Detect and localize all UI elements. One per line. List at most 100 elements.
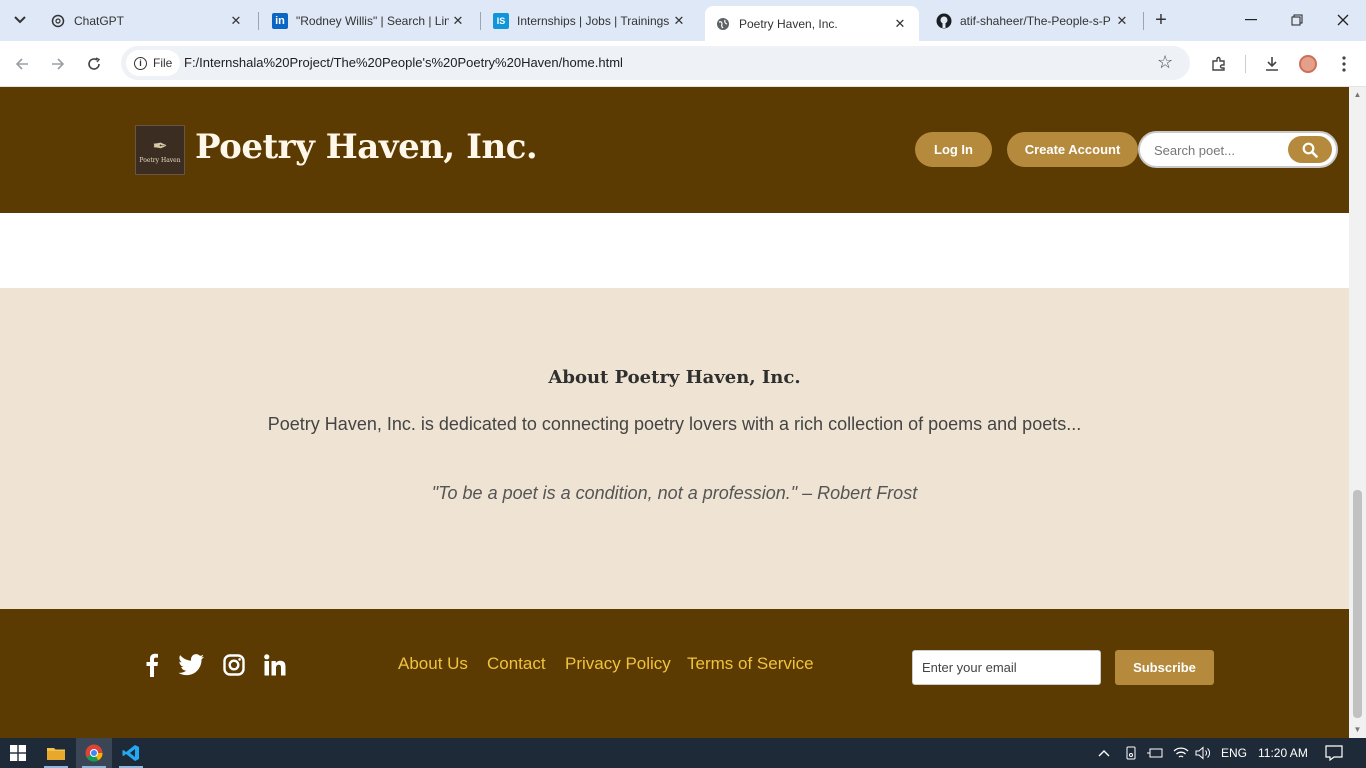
chatgpt-icon: [50, 13, 66, 29]
footer-link-privacy-policy[interactable]: Privacy Policy: [565, 654, 671, 674]
internshala-icon: IS: [493, 12, 509, 29]
show-hidden-icons[interactable]: [1098, 738, 1110, 768]
browser-menu-button[interactable]: [1330, 50, 1358, 78]
tray-volume[interactable]: [1195, 738, 1211, 768]
folder-icon: [47, 748, 65, 760]
about-heading: About Poetry Haven, Inc.: [548, 367, 801, 388]
windows-taskbar: ENG 11:20 AM: [0, 738, 1366, 768]
linkedin-icon: in: [272, 12, 288, 29]
footer-link-contact[interactable]: Contact: [487, 654, 546, 674]
toolbar-divider: [1245, 55, 1246, 73]
tab-internshala[interactable]: IS Internships | Jobs | Trainings ✕: [483, 6, 698, 35]
site-info-chip[interactable]: i File: [126, 50, 181, 76]
tab-divider: [1143, 12, 1144, 30]
tab-title: Internships | Jobs | Trainings: [517, 13, 670, 28]
restore-button[interactable]: [1274, 0, 1320, 40]
about-quote: "To be a poet is a condition, not a prof…: [431, 483, 918, 503]
close-tab-icon[interactable]: ✕: [1113, 12, 1131, 30]
tab-divider: [258, 12, 259, 30]
login-button[interactable]: Log In: [915, 132, 992, 167]
plug-icon: [1147, 748, 1163, 758]
more-vertical-icon: [1342, 56, 1346, 72]
create-account-button[interactable]: Create Account: [1007, 132, 1138, 167]
forward-button[interactable]: [44, 50, 72, 78]
footer-link-about-us[interactable]: About Us: [398, 654, 468, 674]
reload-icon: [88, 57, 101, 70]
new-tab-button[interactable]: +: [1149, 8, 1173, 32]
scroll-thumb[interactable]: [1353, 490, 1362, 718]
footer-link-terms-of-service[interactable]: Terms of Service: [687, 654, 814, 674]
scroll-down-icon[interactable]: ▼: [1353, 726, 1362, 734]
taskbar-vscode[interactable]: [113, 738, 149, 768]
search-input[interactable]: [1154, 141, 1284, 159]
close-window-button[interactable]: [1320, 0, 1366, 40]
minimize-button[interactable]: [1228, 0, 1274, 40]
arrow-right-icon: [52, 58, 65, 70]
speaker-icon: [1195, 746, 1210, 760]
globe-icon: [715, 16, 731, 32]
page-viewport: ✒ Poetry Haven Poetry Haven, Inc. Log In…: [0, 87, 1349, 738]
vscode-icon: [122, 745, 139, 761]
linkedin-icon[interactable]: [262, 652, 288, 678]
site-footer: About Us Contact Privacy Policy Terms of…: [0, 609, 1349, 738]
close-tab-icon[interactable]: ✕: [670, 12, 688, 30]
close-tab-icon[interactable]: ✕: [891, 15, 909, 33]
tray-language[interactable]: ENG: [1221, 738, 1247, 768]
windows-logo-icon: [10, 745, 26, 761]
reload-button[interactable]: [80, 50, 108, 78]
chrome-icon: [85, 744, 103, 762]
info-icon: i: [134, 56, 147, 70]
avatar: [1299, 55, 1317, 73]
tab-poetry-haven[interactable]: Poetry Haven, Inc. ✕: [705, 6, 919, 41]
github-icon: [936, 13, 952, 29]
taskbar-file-explorer[interactable]: [38, 738, 74, 768]
subscribe-button[interactable]: Subscribe: [1115, 650, 1214, 685]
close-tab-icon[interactable]: ✕: [449, 12, 467, 30]
puzzle-icon: [1212, 56, 1225, 71]
site-brand-title[interactable]: Poetry Haven, Inc.: [195, 127, 538, 167]
site-logo[interactable]: ✒ Poetry Haven: [135, 125, 185, 175]
tray-battery[interactable]: [1147, 738, 1163, 768]
profile-button[interactable]: [1294, 50, 1322, 78]
search-button[interactable]: [1288, 136, 1332, 163]
newsletter-email-input[interactable]: [912, 650, 1101, 685]
back-button[interactable]: [8, 50, 36, 78]
taskbar-chrome[interactable]: [76, 738, 112, 768]
close-tab-icon[interactable]: ✕: [227, 12, 245, 30]
page-scrollbar[interactable]: ▲ ▼: [1349, 87, 1366, 738]
url-text[interactable]: F:/Internshala%20Project/The%20People's%…: [184, 55, 623, 70]
tab-chatgpt[interactable]: ChatGPT ✕: [40, 6, 255, 35]
arrow-left-icon: [15, 58, 28, 70]
meet-icon: [1126, 746, 1136, 760]
chevron-down-icon: [14, 16, 26, 24]
tray-notifications[interactable]: [1325, 738, 1343, 768]
search-box: [1138, 131, 1338, 168]
scroll-up-icon[interactable]: ▲: [1353, 91, 1362, 99]
tab-title: Poetry Haven, Inc.: [739, 16, 838, 31]
tray-meet-now[interactable]: [1125, 738, 1139, 768]
about-section: About Poetry Haven, Inc. Poetry Haven, I…: [0, 288, 1349, 609]
facebook-icon[interactable]: [139, 652, 165, 678]
tab-github[interactable]: atif-shaheer/The-People-s-P ✕: [926, 6, 1141, 35]
bookmark-star-icon[interactable]: ☆: [1157, 52, 1173, 73]
tab-title: atif-shaheer/The-People-s-P: [960, 13, 1111, 28]
quill-book-icon: ✒: [152, 135, 168, 156]
instagram-icon[interactable]: [221, 652, 247, 678]
tab-divider: [480, 12, 481, 30]
tab-linkedin[interactable]: in "Rodney Willis" | Search | Lin ✕: [262, 6, 477, 35]
extensions-button[interactable]: [1205, 50, 1233, 78]
site-info-label: File: [153, 56, 173, 70]
start-button[interactable]: [0, 738, 36, 768]
tray-clock[interactable]: 11:20 AM: [1258, 738, 1308, 768]
tab-title: "Rodney Willis" | Search | Lin: [296, 13, 449, 28]
tab-search-button[interactable]: [6, 7, 34, 33]
address-bar[interactable]: i File F:/Internshala%20Project/The%20Pe…: [121, 46, 1190, 80]
restore-icon: [1291, 14, 1303, 26]
close-icon: [1337, 14, 1349, 26]
downloads-button[interactable]: [1258, 50, 1286, 78]
site-header: ✒ Poetry Haven Poetry Haven, Inc. Log In…: [0, 87, 1349, 213]
tray-network[interactable]: [1173, 738, 1189, 768]
notification-icon: [1325, 745, 1343, 761]
plus-icon: +: [1155, 8, 1167, 31]
twitter-icon[interactable]: [178, 652, 204, 678]
